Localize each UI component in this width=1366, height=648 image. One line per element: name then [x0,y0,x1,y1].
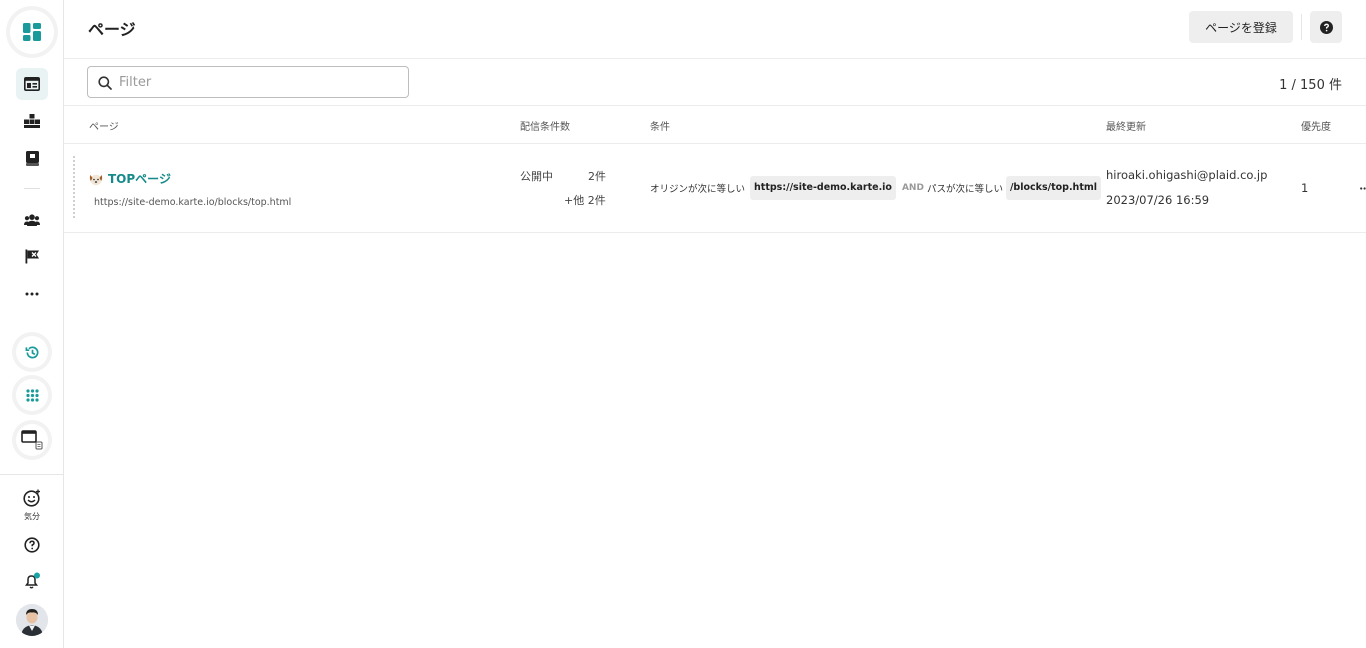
sidebar-divider [24,188,40,189]
table-row-border [64,232,1366,233]
filter-input[interactable] [119,67,399,97]
help-button[interactable] [1310,11,1342,43]
mood-label: 気分 [24,512,40,521]
avatar[interactable] [16,604,48,636]
header-divider [1301,14,1302,40]
users-icon [24,214,40,226]
condition-expression: オリジンが次に等しい https://site-demo.karte.io AN… [650,176,1104,200]
column-header-delivery-count[interactable]: 配信条件数 [520,118,570,133]
window-button[interactable] [16,424,48,456]
sidebar-item-library[interactable] [16,142,48,174]
status-count: 2件 [588,170,606,183]
page-url: https://site-demo.karte.io/blocks/top.ht… [94,197,292,208]
column-header-last-updated[interactable]: 最終更新 [1106,118,1146,133]
priority-value: 1 [1301,181,1309,195]
row-menu-button[interactable] [1360,180,1366,193]
bell-icon [25,572,40,589]
condition-value-chip: /blocks/top.html [1005,176,1102,200]
apps-button[interactable] [16,379,48,411]
drag-handle[interactable] [73,156,75,218]
more-icon [1360,187,1366,190]
header-separator [64,58,1366,59]
sidebar-bottom-divider [0,474,63,475]
main-content: ページ ページを登録 1 / 150 件 ページ 配信条件数 条件 最終更新 優… [64,0,1366,648]
search-icon [98,75,112,94]
sidebar-item-pages[interactable] [16,68,48,100]
grid-icon [25,388,39,402]
flag-icon [25,249,39,263]
user-photo-icon [16,604,48,636]
status-label: 公開中 [520,170,553,183]
sidebar-more-button[interactable] [16,278,48,310]
filter-box [87,66,409,98]
dog-emoji-icon [89,174,103,185]
page-title: ページ [88,20,136,39]
layout-icon [24,77,40,91]
sidebar: 気分 [0,0,64,648]
table-row[interactable]: TOPページ https://site-demo.karte.io/blocks… [64,144,1366,232]
condition-operator: AND [901,183,924,193]
page-name: TOPページ [108,172,171,186]
book-icon [25,150,39,166]
more-icon [25,292,39,296]
updated-at: 2023/07/26 16:59 [1106,193,1210,207]
mood-button[interactable] [16,487,48,509]
condition-label-origin: オリジンが次に等しい [650,184,746,195]
column-header-priority[interactable]: 優先度 [1301,118,1331,133]
column-header-page[interactable]: ページ [89,118,119,133]
others-count: +他 2件 [564,194,606,207]
result-count: 1 / 150 件 [1279,78,1342,93]
updated-by: hiroaki.ohigashi@plaid.co.jp [1106,168,1268,182]
app-launcher-button[interactable] [10,10,54,54]
notifications-button[interactable] [16,565,48,597]
sidebar-item-goals[interactable] [16,240,48,272]
column-header-conditions[interactable]: 条件 [650,118,670,133]
help-center-button[interactable] [16,529,48,561]
help-circle-icon [24,537,40,553]
condition-value-chip: https://site-demo.karte.io [750,176,896,200]
history-icon [25,345,38,358]
history-button[interactable] [16,336,48,368]
blocks-icon [24,114,40,128]
dashboard-icon [23,23,41,41]
smiley-icon [23,489,40,507]
question-icon [1319,20,1333,34]
window-icon [21,430,43,450]
condition-label-path: パスが次に等しい [926,184,1003,195]
page-name-link[interactable]: TOPページ [88,170,171,187]
sidebar-item-blocks[interactable] [16,105,48,137]
sidebar-item-users[interactable] [16,204,48,236]
table-top-border [64,105,1366,106]
register-page-button[interactable]: ページを登録 [1189,11,1293,43]
